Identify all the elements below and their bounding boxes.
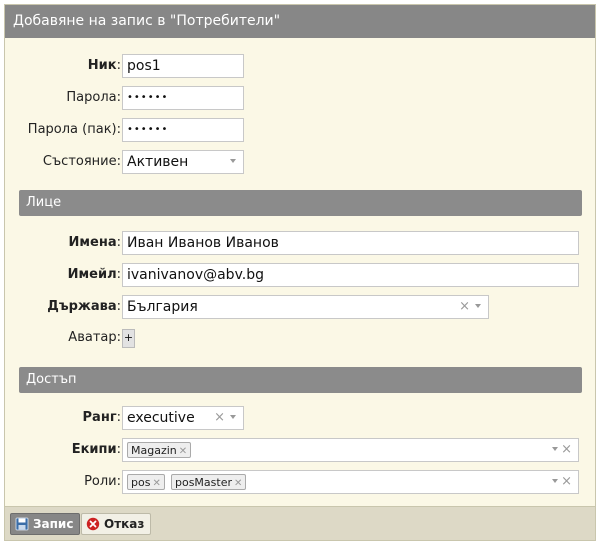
state-label: Състояние: <box>42 154 121 169</box>
remove-tag-icon[interactable]: ✕ <box>179 446 187 457</box>
teams-label: Екипи <box>71 442 117 457</box>
password-repeat-input[interactable]: •••••• <box>122 118 244 142</box>
roles-row: Роли: pos ✕ posMaster ✕ × <box>5 470 595 494</box>
cancel-button-label: Отказ <box>104 517 145 531</box>
tag-magazin: Magazin ✕ <box>127 442 192 458</box>
names-label: Имена <box>68 235 117 250</box>
dialog-title: Добавяне на запис в "Потребители" <box>5 5 595 38</box>
tag-label: posMaster <box>174 476 232 489</box>
password-label: Парола: <box>66 90 121 105</box>
password-repeat-label: Парола (пак): <box>27 122 121 137</box>
rank-value: executive <box>127 410 195 426</box>
state-value: Активен <box>127 154 189 170</box>
rank-select[interactable]: executive × <box>122 406 244 430</box>
password-input[interactable]: •••••• <box>122 86 244 110</box>
chevron-down-icon <box>475 304 481 308</box>
teams-multiselect[interactable]: Magazin ✕ × <box>122 438 579 462</box>
country-row: Държава: България × <box>5 295 595 319</box>
tag-label: pos <box>131 476 151 489</box>
add-avatar-button[interactable]: + <box>122 329 135 348</box>
roles-label: Роли: <box>84 474 121 489</box>
names-input[interactable]: Иван Иванов Иванов <box>122 231 579 255</box>
remove-tag-icon[interactable]: ✕ <box>152 478 160 489</box>
rank-label: Ранг <box>82 410 117 425</box>
add-record-dialog: Добавяне на запис в "Потребители" Ник: p… <box>4 4 596 541</box>
state-select[interactable]: Активен <box>122 150 244 174</box>
chevron-down-icon <box>230 415 236 419</box>
country-value: България <box>127 299 198 315</box>
floppy-disk-icon <box>15 517 29 531</box>
chevron-down-icon <box>230 159 236 163</box>
cancel-button[interactable]: Отказ <box>81 513 152 535</box>
remove-tag-icon[interactable]: ✕ <box>234 478 242 489</box>
email-label: Имейл <box>67 267 117 282</box>
tag-pos: pos ✕ <box>127 474 165 490</box>
names-row: Имена: Иван Иванов Иванов <box>5 231 595 255</box>
section-person: Лице <box>19 190 582 216</box>
state-row: Състояние: Активен <box>5 150 595 174</box>
avatar-label: Аватар: <box>68 330 121 345</box>
country-label: Държава <box>47 299 117 314</box>
nick-label: Ник <box>87 58 117 73</box>
save-button-label: Запис <box>33 517 74 531</box>
rank-row: Ранг: executive × <box>5 406 595 430</box>
clear-icon[interactable]: × <box>459 298 470 316</box>
country-select[interactable]: България × <box>122 295 489 319</box>
nick-row: Ник: pos1 <box>5 54 595 78</box>
chevron-down-icon <box>552 447 558 451</box>
avatar-row: Аватар: + <box>5 326 595 350</box>
save-button[interactable]: Запис <box>10 513 81 535</box>
email-input[interactable]: ivanivanov@abv.bg <box>122 263 579 287</box>
tag-label: Magazin <box>131 444 177 457</box>
password-row: Парола: •••••• <box>5 86 595 110</box>
cancel-icon <box>86 517 100 531</box>
clear-icon[interactable]: × <box>561 441 572 459</box>
section-access: Достъп <box>19 367 582 393</box>
tag-posmaster: posMaster ✕ <box>170 474 247 490</box>
clear-icon[interactable]: × <box>214 409 225 427</box>
nick-input[interactable]: pos1 <box>122 54 244 78</box>
email-row: Имейл: ivanivanov@abv.bg <box>5 263 595 287</box>
clear-icon[interactable]: × <box>561 473 572 491</box>
chevron-down-icon <box>552 479 558 483</box>
dialog-footer: Запис Отказ <box>5 506 595 540</box>
teams-row: Екипи: Magazin ✕ × <box>5 438 595 462</box>
password-repeat-row: Парола (пак): •••••• <box>5 118 595 142</box>
roles-multiselect[interactable]: pos ✕ posMaster ✕ × <box>122 470 579 494</box>
